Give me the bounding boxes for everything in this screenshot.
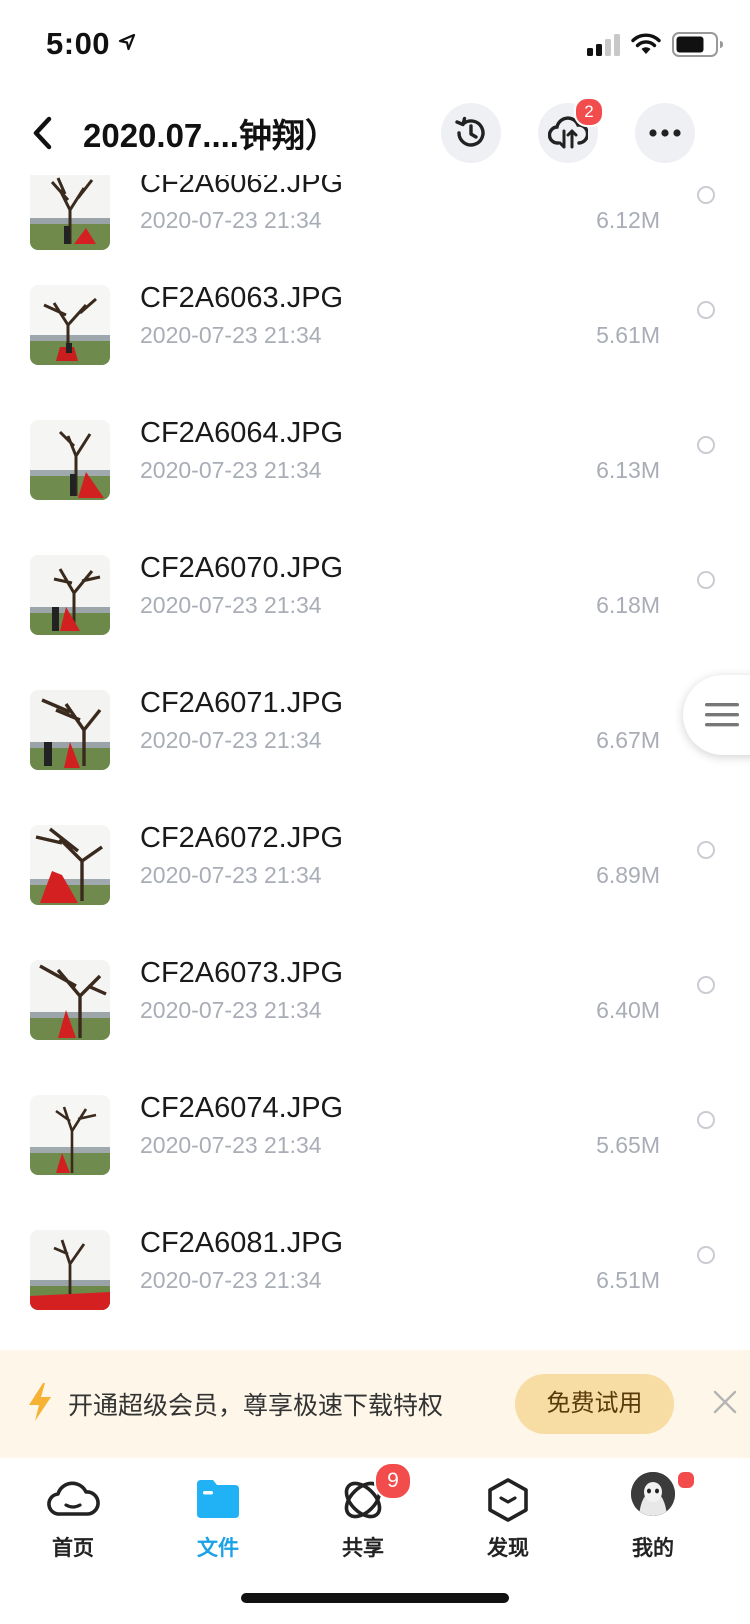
promo-text: 开通超级会员，尊享极速下载特权 — [68, 1392, 444, 1420]
file-name: CF2A6071.JPG — [140, 687, 344, 719]
tab-me[interactable]: 我的 — [598, 1470, 708, 1582]
folder-icon — [197, 1480, 239, 1518]
share-count-badge: 9 — [374, 1462, 412, 1500]
file-row[interactable]: CF2A6071.JPG 2020-07-23 21:34 6.67M — [0, 687, 750, 830]
file-date: 2020-07-23 21:34 — [140, 1132, 322, 1158]
file-date: 2020-07-23 21:34 — [140, 592, 322, 618]
tab-share[interactable]: 9 共享 — [308, 1462, 418, 1582]
history-button[interactable] — [441, 103, 501, 163]
vip-promo-banner: 开通超级会员，尊享极速下载特权 免费试用 — [0, 1350, 750, 1458]
file-date: 2020-07-23 21:34 — [140, 997, 322, 1023]
file-size: 6.18M — [596, 592, 660, 618]
file-name: CF2A6074.JPG — [140, 1092, 344, 1124]
select-radio[interactable] — [697, 1111, 715, 1129]
file-size: 6.13M — [596, 457, 660, 483]
location-arrow-icon — [118, 33, 136, 51]
file-row[interactable]: CF2A6072.JPG 2020-07-23 21:34 6.89M — [0, 822, 750, 965]
file-size: 6.89M — [596, 862, 660, 888]
avatar — [631, 1472, 675, 1516]
photo-thumbnail — [30, 1095, 110, 1175]
file-name: CF2A6064.JPG — [140, 417, 344, 449]
folder-title: 2020.07....钟翔） — [83, 117, 338, 154]
file-size: 6.12M — [596, 207, 660, 233]
more-dots-icon — [649, 129, 681, 137]
file-date: 2020-07-23 21:34 — [140, 862, 322, 888]
more-options-button[interactable] — [635, 103, 695, 163]
close-icon[interactable] — [713, 1390, 737, 1414]
battery-icon — [672, 32, 723, 57]
tab-label: 共享 — [342, 1537, 384, 1560]
select-radio[interactable] — [697, 186, 715, 204]
cellular-signal-icon — [587, 34, 620, 56]
wifi-icon — [631, 33, 661, 54]
photo-thumbnail — [30, 825, 110, 905]
file-row[interactable]: CF2A6070.JPG 2020-07-23 21:34 6.18M — [0, 552, 750, 695]
select-radio[interactable] — [697, 841, 715, 859]
photo-thumbnail — [30, 1230, 110, 1310]
cloud-icon — [47, 1481, 100, 1516]
tab-home[interactable]: 首页 — [18, 1472, 128, 1582]
file-row[interactable]: CF2A6081.JPG 2020-07-23 21:34 6.51M — [0, 1227, 750, 1350]
photo-thumbnail — [30, 690, 110, 770]
file-row[interactable]: CF2A6063.JPG 2020-07-23 21:34 5.61M — [0, 282, 750, 425]
select-radio[interactable] — [697, 1246, 715, 1264]
photo-thumbnail — [30, 960, 110, 1040]
history-clock-icon — [455, 116, 485, 147]
transfer-count-badge: 2 — [574, 97, 604, 127]
photo-thumbnail — [30, 420, 110, 500]
tab-label: 发现 — [487, 1537, 529, 1560]
file-list: CF2A6062.JPG 2020-07-23 21:34 6.12M CF2A… — [0, 175, 750, 1350]
file-date: 2020-07-23 21:34 — [140, 207, 322, 233]
photo-thumbnail — [30, 175, 110, 250]
file-name: CF2A6072.JPG — [140, 822, 344, 854]
file-row[interactable]: CF2A6064.JPG 2020-07-23 21:34 6.13M — [0, 417, 750, 560]
status-time: 5:00 — [46, 26, 111, 61]
file-name: CF2A6063.JPG — [140, 282, 344, 314]
file-size: 6.40M — [596, 997, 660, 1023]
tab-files[interactable]: 文件 — [163, 1472, 273, 1582]
discover-box-icon — [488, 1478, 528, 1522]
file-name: CF2A6070.JPG — [140, 552, 344, 584]
select-radio[interactable] — [697, 301, 715, 319]
hamburger-menu-icon — [705, 703, 739, 727]
status-bar: 5:00 — [0, 0, 750, 90]
select-radio[interactable] — [697, 571, 715, 589]
navigation-header: 2020.07....钟翔） 2 — [0, 95, 750, 175]
free-trial-button[interactable]: 免费试用 — [515, 1374, 674, 1434]
file-size: 5.61M — [596, 322, 660, 348]
file-size: 6.51M — [596, 1267, 660, 1293]
transfer-list-button[interactable]: 2 — [538, 97, 604, 163]
file-size: 5.65M — [596, 1132, 660, 1158]
tab-discover[interactable]: 发现 — [453, 1472, 563, 1582]
file-date: 2020-07-23 21:34 — [140, 457, 322, 483]
tab-label: 首页 — [52, 1537, 94, 1560]
file-name: CF2A6081.JPG — [140, 1227, 344, 1259]
file-size: 6.67M — [596, 727, 660, 753]
file-name: CF2A6073.JPG — [140, 957, 344, 989]
notification-dot — [676, 1470, 696, 1490]
file-row[interactable]: CF2A6073.JPG 2020-07-23 21:34 6.40M — [0, 957, 750, 1100]
file-date: 2020-07-23 21:34 — [140, 1267, 322, 1293]
tab-label: 我的 — [632, 1537, 674, 1560]
select-radio[interactable] — [697, 436, 715, 454]
back-arrow-icon[interactable] — [30, 115, 54, 151]
photo-thumbnail — [30, 285, 110, 365]
home-indicator — [241, 1593, 509, 1603]
file-row[interactable]: CF2A6074.JPG 2020-07-23 21:34 5.65M — [0, 1092, 750, 1235]
select-radio[interactable] — [697, 976, 715, 994]
file-name: CF2A6062.JPG — [140, 175, 344, 199]
tab-label: 文件 — [197, 1537, 239, 1560]
file-date: 2020-07-23 21:34 — [140, 727, 322, 753]
lightning-bolt-icon — [29, 1383, 51, 1421]
photo-thumbnail — [30, 555, 110, 635]
file-date: 2020-07-23 21:34 — [140, 322, 322, 348]
